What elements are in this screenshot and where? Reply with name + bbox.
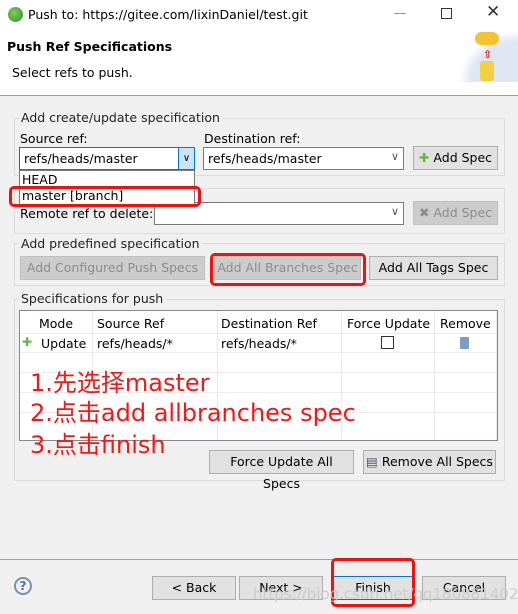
create-update-group-label: Add create/update specification	[19, 110, 222, 125]
chevron-down-icon[interactable]: ∨	[391, 205, 399, 218]
row-mode: Update	[41, 336, 87, 351]
wizard-header: Push Ref Specifications Select refs to p…	[0, 30, 518, 96]
column-mode[interactable]: Mode	[39, 316, 73, 331]
destination-ref-value: refs/heads/master	[208, 151, 322, 166]
highlight-all-branches	[210, 253, 366, 286]
back-button[interactable]: < Back	[152, 576, 236, 600]
source-ref-combo[interactable]: refs/heads/master ∨	[19, 147, 195, 170]
minimize-button[interactable]	[394, 13, 406, 14]
trash-icon[interactable]	[460, 337, 469, 349]
add-configured-push-specs-button[interactable]: Add Configured Push Specs	[20, 256, 205, 280]
add-spec-button[interactable]: ✚ Add Spec	[413, 146, 498, 170]
push-banner-icon: ⇧	[458, 30, 518, 82]
close-button[interactable]: ✕	[486, 2, 500, 22]
force-update-all-specs-button[interactable]: Force Update All Specs	[209, 450, 354, 491]
column-destination-ref[interactable]: Destination Ref	[221, 316, 317, 331]
add-delete-spec-button[interactable]: ✖ Add Spec	[413, 201, 498, 225]
table-row[interactable]: ✚ Update refs/heads/* refs/heads/*	[20, 334, 497, 352]
dropdown-option-head[interactable]: HEAD	[20, 171, 194, 187]
row-source: refs/heads/*	[97, 336, 173, 351]
plus-icon: ✚	[418, 150, 430, 165]
page-subtitle: Select refs to push.	[12, 65, 133, 80]
source-ref-label: Source ref:	[20, 131, 88, 146]
highlight-master-option	[9, 186, 201, 207]
remote-ref-delete-label: Remote ref to delete:	[20, 206, 154, 221]
title-bar: Push to: https://gitee.com/lixinDaniel/t…	[0, 0, 518, 30]
eclipse-logo-icon	[8, 7, 23, 22]
column-force-update[interactable]: Force Update	[347, 316, 430, 331]
add-all-tags-spec-button[interactable]: Add All Tags Spec	[369, 256, 498, 280]
chevron-down-icon[interactable]: ∨	[178, 148, 194, 169]
window-title: Push to: https://gitee.com/lixinDaniel/t…	[28, 7, 308, 22]
column-source-ref[interactable]: Source Ref	[97, 316, 164, 331]
destination-ref-combo[interactable]: refs/heads/master ∨	[203, 147, 404, 170]
chevron-down-icon[interactable]: ∨	[391, 150, 399, 163]
column-remove[interactable]: Remove	[440, 316, 491, 331]
force-update-checkbox[interactable]	[381, 336, 394, 349]
annotation-step-3: 3.点击finish	[30, 431, 166, 459]
annotation-step-1: 1.先选择master	[30, 369, 210, 397]
watermark: https://blog.csdn.net/qq1808814025	[253, 585, 518, 603]
maximize-button[interactable]	[441, 8, 452, 19]
help-icon[interactable]: ?	[14, 577, 32, 595]
source-ref-value: refs/heads/master	[24, 151, 138, 166]
delete-x-icon: ✖	[418, 205, 430, 220]
row-destination: refs/heads/*	[221, 336, 297, 351]
remove-all-specs-button[interactable]: ▤ Remove All Specs	[363, 450, 496, 474]
destination-ref-label: Destination ref:	[204, 131, 301, 146]
remove-all-icon: ▤	[366, 454, 378, 469]
plus-icon: ✚	[22, 335, 33, 349]
footer-separator	[0, 559, 518, 560]
annotation-step-2: 2.点击add allbranches spec	[30, 399, 356, 427]
specs-group-label: Specifications for push	[19, 291, 166, 306]
page-title: Push Ref Specifications	[7, 39, 173, 54]
predefined-group-label: Add predefined specification	[19, 236, 202, 251]
